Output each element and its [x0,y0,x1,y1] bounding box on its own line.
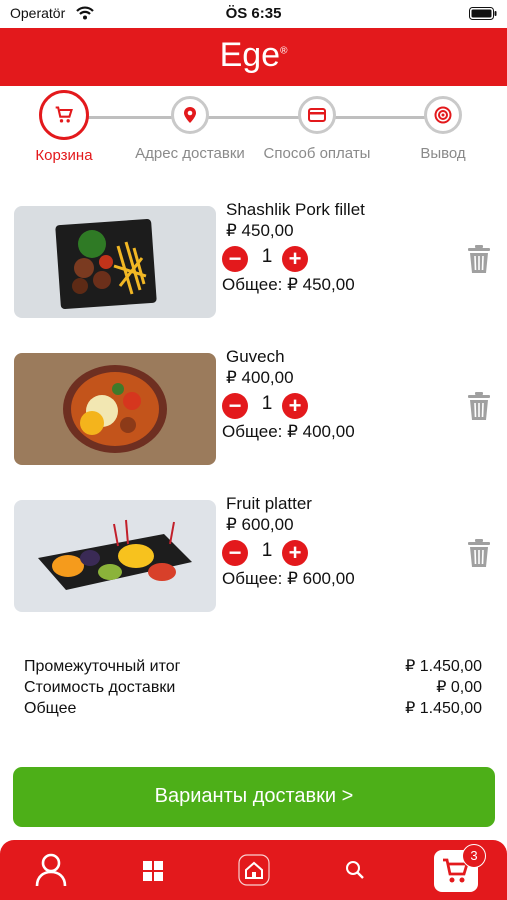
product-price: ₽ 400,00 [226,368,294,387]
cart-icon [39,90,89,140]
product-name: Guvech [226,347,285,366]
item-total: Общее: ₽ 600,00 [222,569,355,588]
item-total: Общее: ₽ 400,00 [222,422,355,441]
quantity-value: 1 [261,246,273,267]
order-summary: Промежуточный итог ₽ 1.450,00 Стоимость … [24,656,482,719]
delivery-options-button[interactable]: Варианты доставки > [13,767,495,827]
trash-icon[interactable] [466,244,492,274]
step-cart[interactable]: Корзина [4,86,124,165]
step-checkout[interactable]: Вывод [383,86,503,163]
registered-mark: ® [280,45,288,57]
brand-logo: Ege® [0,36,507,75]
subtotal-label: Промежуточный итог [24,658,181,675]
credit-card-icon [298,96,336,134]
step-payment[interactable]: Способ оплаты [257,86,377,163]
step-label: Способ оплаты [263,145,371,162]
battery-icon [469,7,497,20]
target-icon [424,96,462,134]
checkout-stepper: Корзина Адрес доставки Способ оплаты Выв… [0,86,507,196]
product-price: ₽ 600,00 [226,515,294,534]
subtotal-value: ₽ 1.450,00 [405,658,482,675]
increase-quantity-button[interactable]: + [282,393,308,419]
increase-quantity-button[interactable]: + [282,246,308,272]
product-name: Shashlik Pork fillet [226,200,365,219]
app-header: Ege® [0,28,507,86]
cart-item: Fruit platter ₽ 600,00 − 1 + Общее: ₽ 60… [0,494,507,624]
bottom-tab-bar: 3 [0,840,507,900]
product-image[interactable] [14,500,216,612]
delivery-value: ₽ 0,00 [436,679,482,696]
product-image[interactable] [14,353,216,465]
profile-icon[interactable] [34,852,68,888]
decrease-quantity-button[interactable]: − [222,246,248,272]
total-value: ₽ 1.450,00 [405,700,482,717]
cart-count-badge: 3 [462,844,486,868]
decrease-quantity-button[interactable]: − [222,540,248,566]
step-label: Корзина [35,147,93,164]
total-row: Общее ₽ 1.450,00 [24,698,482,719]
product-name: Fruit platter [226,494,312,513]
grid-icon[interactable] [142,860,164,882]
item-total: Общее: ₽ 450,00 [222,275,355,294]
step-address[interactable]: Адрес доставки [130,86,250,163]
status-bar: Operatör ÖS 6:35 [0,0,507,28]
total-label: Общее [24,700,77,717]
trash-icon[interactable] [466,391,492,421]
product-image[interactable] [14,206,216,318]
cart-item: Guvech ₽ 400,00 − 1 + Общее: ₽ 400,00 [0,347,507,477]
trash-icon[interactable] [466,538,492,568]
increase-quantity-button[interactable]: + [282,540,308,566]
search-icon[interactable] [345,860,365,880]
step-label: Адрес доставки [135,145,245,162]
cart-item: Shashlik Pork fillet ₽ 450,00 − 1 + Обще… [0,200,507,330]
quantity-value: 1 [261,540,273,561]
logo-text: Ege [219,36,281,74]
delivery-row: Стоимость доставки ₽ 0,00 [24,677,482,698]
quantity-value: 1 [261,393,273,414]
delivery-label: Стоимость доставки [24,679,176,696]
subtotal-row: Промежуточный итог ₽ 1.450,00 [24,656,482,677]
clock: ÖS 6:35 [225,5,282,22]
decrease-quantity-button[interactable]: − [222,393,248,419]
location-pin-icon [171,96,209,134]
step-label: Вывод [420,145,466,162]
product-price: ₽ 450,00 [226,221,294,240]
home-icon[interactable] [238,854,270,886]
